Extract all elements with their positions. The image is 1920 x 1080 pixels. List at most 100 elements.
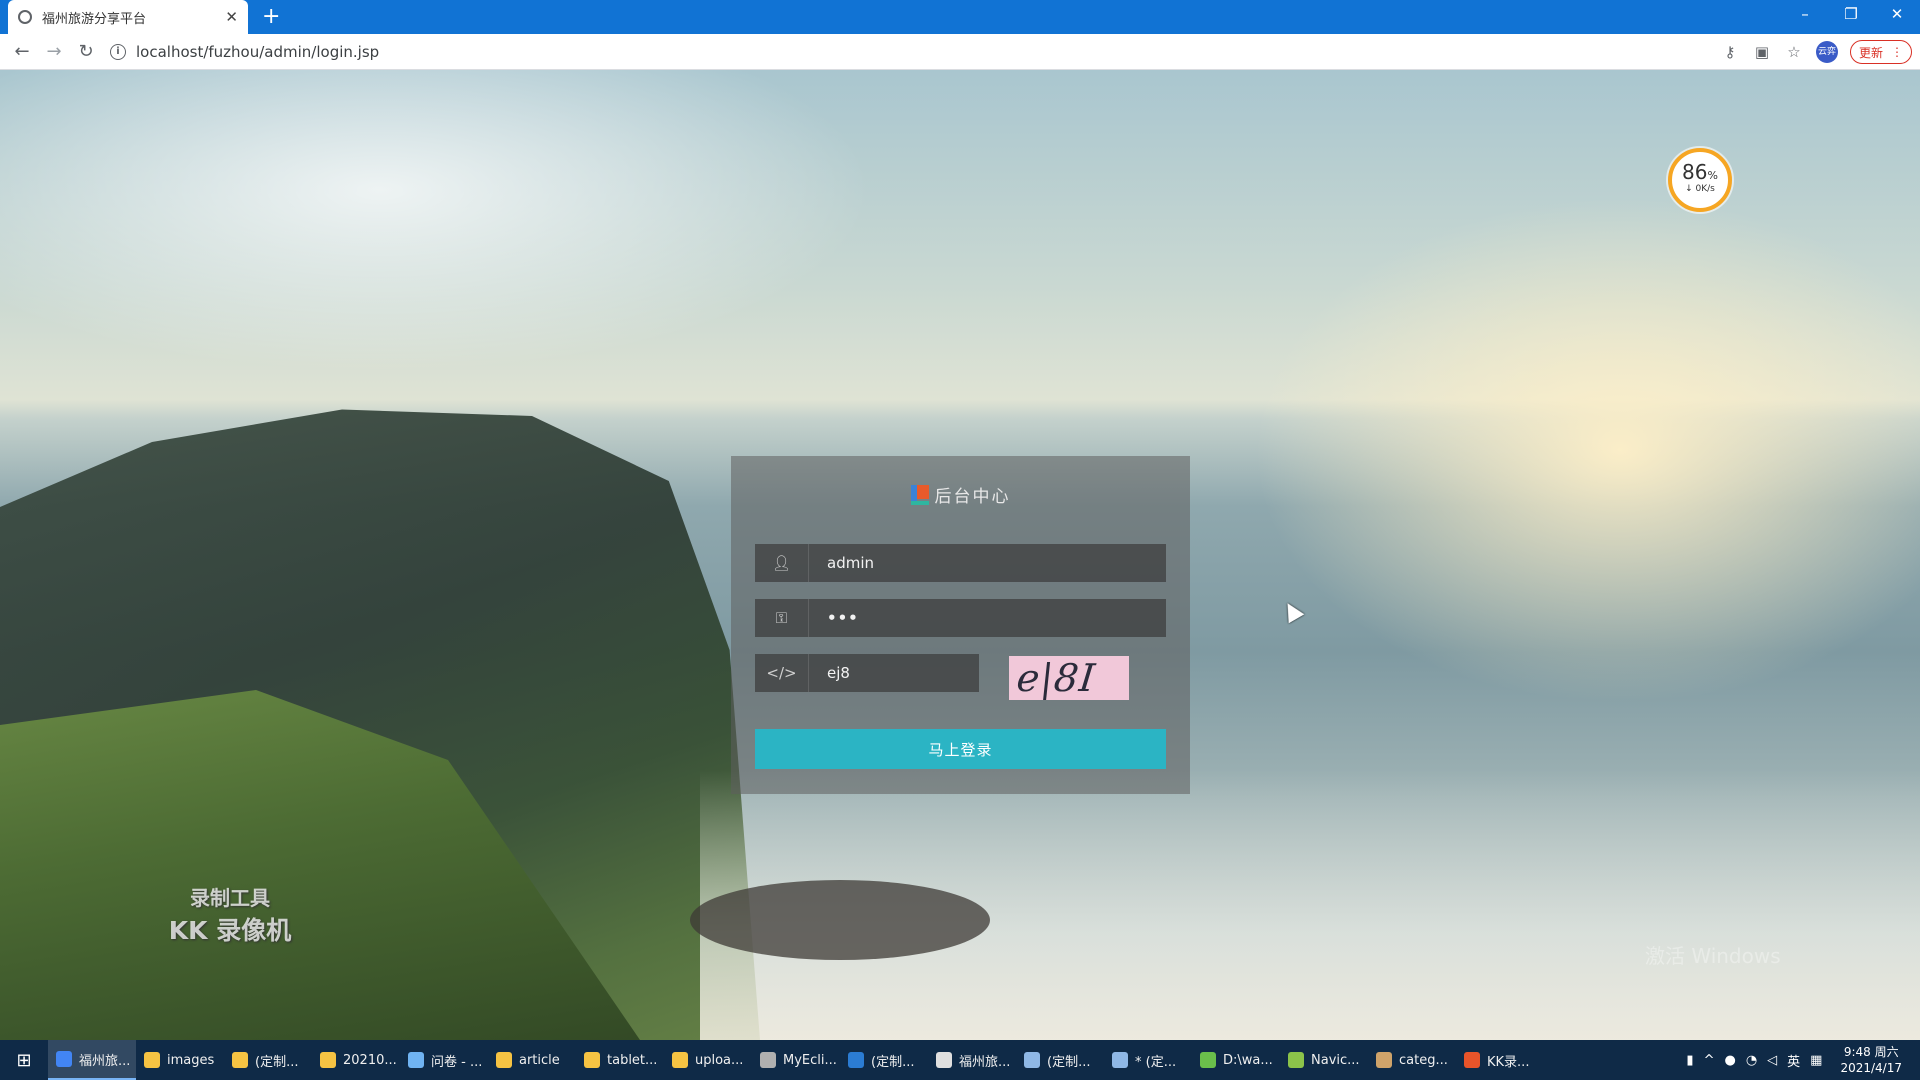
taskbar-item[interactable]: D:\wa... (1192, 1040, 1280, 1080)
login-panel: 后台中心 👤︎ admin ⚿ ••• </> ej8 e|8I 马上登录 (731, 456, 1190, 794)
app-icon (1200, 1052, 1216, 1068)
taskbar-item[interactable]: 问卷 - ... (400, 1040, 488, 1080)
restore-button[interactable]: ❐ (1828, 0, 1874, 30)
taskbar-clock[interactable]: 9:48 周六 2021/4/17 (1832, 1044, 1910, 1076)
captcha-value: ej8 (827, 664, 850, 682)
window-controls: – ❐ ✕ (1782, 0, 1920, 30)
app-icon (496, 1052, 512, 1068)
app-icon (584, 1052, 600, 1068)
close-tab-icon[interactable]: ✕ (225, 8, 238, 26)
captcha-image[interactable]: e|8I (1009, 656, 1129, 700)
browser-tab-strip: 福州旅游分享平台 ✕ + – ❐ ✕ (0, 0, 1920, 34)
url-text: localhost/fuzhou/admin/login.jsp (136, 43, 380, 61)
taskbar-item[interactable]: 20210... (312, 1040, 400, 1080)
taskbar-item-label: article (519, 1052, 560, 1068)
back-arrow-icon[interactable]: ← (10, 40, 34, 64)
star-icon[interactable]: ☆ (1784, 42, 1804, 62)
taskbar-item-label: MyEcli... (783, 1052, 837, 1068)
windows-start-icon[interactable]: ⊞ (0, 1040, 48, 1080)
taskbar-item-label: uploa... (695, 1052, 744, 1068)
speed-percent: 86% (1682, 160, 1718, 184)
update-button[interactable]: 更新 ⋮ (1849, 40, 1912, 64)
recorder-watermark: 录制工具 KK 录像机 (168, 886, 292, 945)
taskbar-item[interactable]: 福州旅... (928, 1040, 1016, 1080)
login-button[interactable]: 马上登录 (755, 729, 1166, 769)
taskbar-item-label: 福州旅... (959, 1054, 1011, 1070)
code-icon: </> (755, 654, 809, 692)
taskbar-item[interactable]: images (136, 1040, 224, 1080)
taskbar-item[interactable]: (定制... (1016, 1040, 1104, 1080)
close-window-button[interactable]: ✕ (1874, 0, 1920, 30)
app-icon (1112, 1052, 1128, 1068)
app-icon (56, 1051, 72, 1067)
security-icon[interactable]: ● (1724, 1053, 1735, 1068)
brand-title: 后台中心 (934, 487, 1011, 507)
taskbar-item[interactable]: (定制... (224, 1040, 312, 1080)
taskbar-item-label: images (167, 1052, 215, 1068)
taskbar-item-label: D:\wa... (1223, 1052, 1273, 1068)
taskbar-item[interactable]: 福州旅... (48, 1040, 136, 1080)
profile-avatar[interactable]: 云弈 (1815, 41, 1838, 63)
taskbar-item[interactable]: uploa... (664, 1040, 752, 1080)
taskbar-item[interactable]: MyEcli... (752, 1040, 840, 1080)
site-info-icon[interactable]: i (110, 44, 126, 60)
system-tray: ▮ ^ ● ◔ ◁ 英 ▦ 9:48 周六 2021/4/17 (1686, 1044, 1920, 1076)
taskbar-item[interactable]: categ... (1368, 1040, 1456, 1080)
captcha-text: e|8I (1014, 656, 1098, 700)
key-icon[interactable]: ⚷ (1720, 42, 1740, 62)
app-icon (408, 1052, 424, 1068)
minimize-button[interactable]: – (1782, 0, 1828, 30)
taskbar-item[interactable]: tablet... (576, 1040, 664, 1080)
taskbar-item[interactable]: * (定... (1104, 1040, 1192, 1080)
brand-logo-icon (910, 484, 929, 505)
network-icon[interactable]: ◔ (1746, 1053, 1757, 1068)
password-value: ••• (827, 609, 859, 627)
ime-indicator[interactable]: 英 (1787, 1051, 1800, 1070)
translate-icon[interactable]: ▣ (1752, 42, 1772, 62)
password-field[interactable]: ⚿ ••• (755, 599, 1166, 637)
taskbar-item-label: categ... (1399, 1052, 1448, 1068)
app-icon (1288, 1052, 1304, 1068)
battery-icon[interactable]: ▮ (1686, 1053, 1693, 1068)
app-icon (1024, 1052, 1040, 1068)
app-icon (672, 1052, 688, 1068)
new-tab-button[interactable]: + (262, 4, 280, 30)
globe-icon (18, 10, 32, 24)
app-icon (936, 1052, 952, 1068)
username-value: admin (827, 554, 874, 572)
more-menu-icon[interactable]: ⋮ (1891, 45, 1903, 59)
app-icon (848, 1052, 864, 1068)
activate-windows-watermark: 激活 Windows (1645, 944, 1781, 968)
taskbar-item[interactable]: Navic... (1280, 1040, 1368, 1080)
taskbar-item-label: KK录... (1487, 1054, 1530, 1070)
taskbar-item-label: Navic... (1311, 1052, 1360, 1068)
background-rock (690, 880, 990, 960)
clock-date: 2021/4/17 (1840, 1061, 1902, 1075)
login-page-background: 86% ↓ 0K/s 后台中心 👤︎ admin ⚿ ••• </> ej8 e… (0, 70, 1920, 1040)
app-icon (320, 1052, 336, 1068)
tray-expand-icon[interactable]: ^ (1704, 1053, 1715, 1068)
tab-title: 福州旅游分享平台 (42, 11, 147, 27)
user-icon: 👤︎ (755, 544, 809, 582)
network-speed-widget[interactable]: 86% ↓ 0K/s (1668, 148, 1732, 212)
reload-icon[interactable]: ↻ (74, 40, 98, 64)
taskbar-item-label: (定制... (871, 1054, 915, 1070)
captcha-field[interactable]: </> ej8 (755, 654, 979, 692)
windows-taskbar: ⊞ 福州旅... images (定制... 20210... 问卷 - ... arti… (0, 1040, 1920, 1080)
keyboard-icon[interactable]: ▦ (1810, 1053, 1822, 1068)
taskbar-item-label: (定制... (1047, 1054, 1091, 1070)
taskbar-item[interactable]: (定制... (840, 1040, 928, 1080)
taskbar-item[interactable]: KK录... (1456, 1040, 1544, 1080)
key-icon: ⚿ (755, 599, 809, 637)
volume-icon[interactable]: ◁ (1767, 1053, 1777, 1068)
app-icon (760, 1052, 776, 1068)
address-bar[interactable]: i localhost/fuzhou/admin/login.jsp (110, 39, 1740, 65)
taskbar-items: 福州旅... images (定制... 20210... 问卷 - ... articl… (48, 1040, 1544, 1080)
app-icon (232, 1052, 248, 1068)
username-field[interactable]: 👤︎ admin (755, 544, 1166, 582)
taskbar-item-label: 20210... (343, 1052, 397, 1068)
forward-arrow-icon[interactable]: → (42, 40, 66, 64)
taskbar-item[interactable]: article (488, 1040, 576, 1080)
browser-tab[interactable]: 福州旅游分享平台 ✕ (8, 0, 248, 34)
app-icon (1464, 1052, 1480, 1068)
